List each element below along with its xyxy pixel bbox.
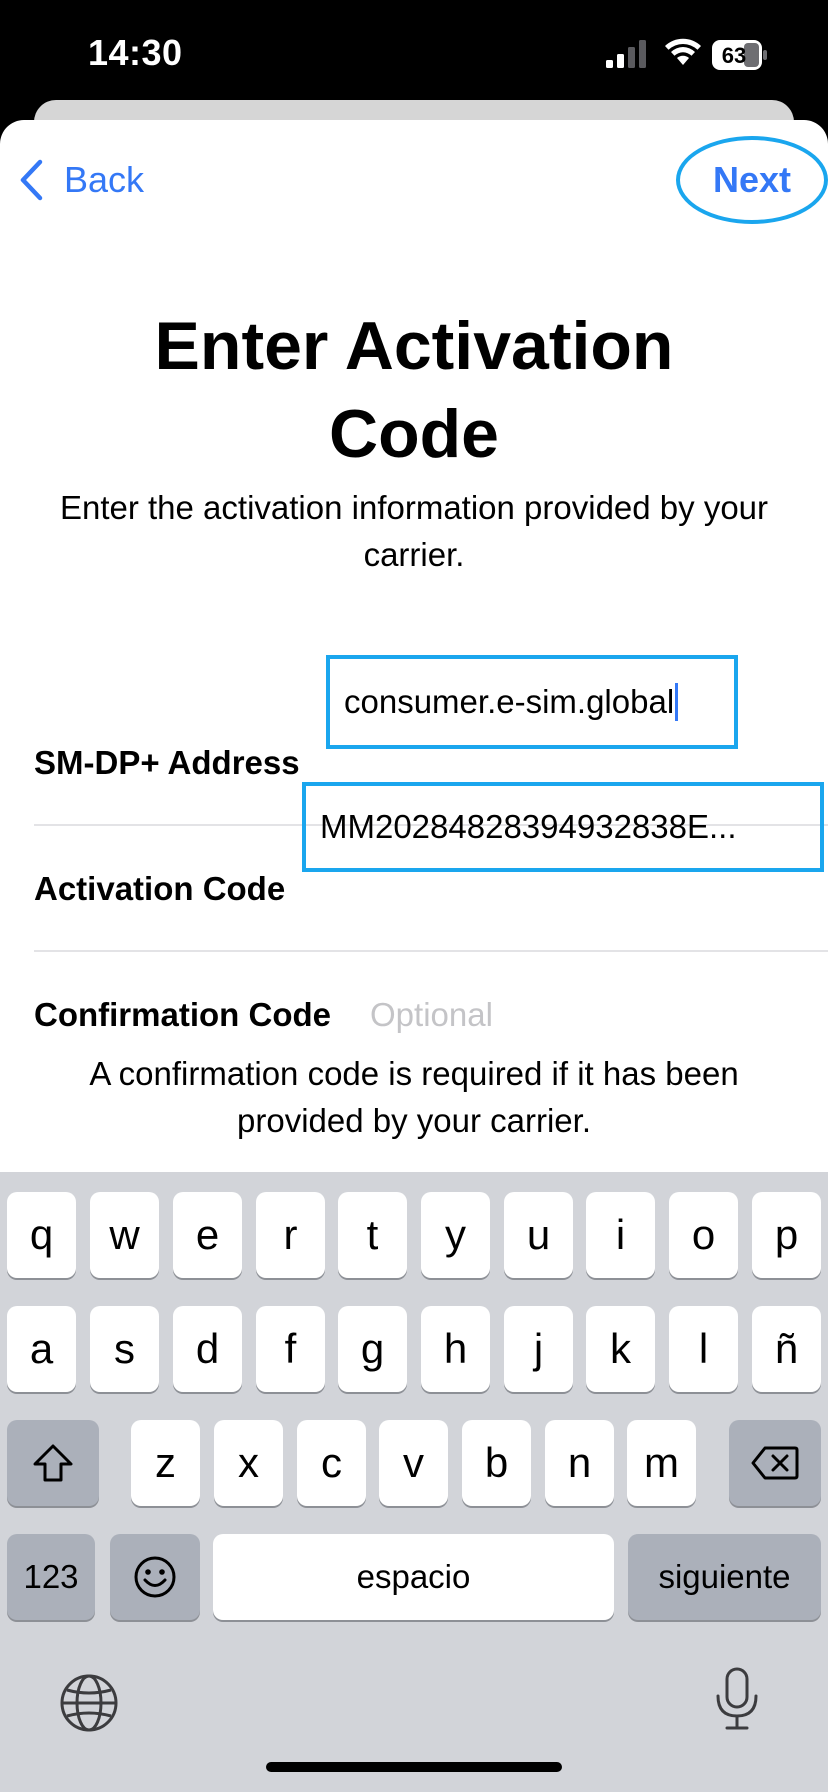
title-line-2: Code — [329, 396, 499, 472]
key-l[interactable]: l — [669, 1306, 738, 1392]
activation-code-value: MM20284828394932838E... — [320, 808, 737, 845]
next-button[interactable]: Next — [676, 136, 828, 224]
title-line-1: Enter Activation — [154, 308, 674, 384]
chevron-left-icon — [20, 159, 43, 201]
key-o[interactable]: o — [669, 1192, 738, 1278]
keyboard: q w e r t y u i o p a s d f g h j k l ñ … — [0, 1172, 828, 1792]
microphone-icon — [716, 1667, 758, 1730]
back-button[interactable]: Back — [18, 158, 144, 202]
key-i[interactable]: i — [586, 1192, 655, 1278]
emoji-key[interactable] — [110, 1534, 200, 1620]
key-n[interactable]: n — [545, 1420, 614, 1506]
delete-key[interactable] — [729, 1420, 821, 1506]
text-cursor — [675, 683, 679, 721]
dictation-key[interactable] — [712, 1666, 762, 1732]
key-t[interactable]: t — [338, 1192, 407, 1278]
key-e[interactable]: e — [173, 1192, 242, 1278]
space-key[interactable]: espacio — [213, 1534, 614, 1620]
smdp-address-label: SM-DP+ Address — [34, 744, 300, 781]
home-indicator — [266, 1762, 562, 1772]
key-d[interactable]: d — [173, 1306, 242, 1392]
activation-code-input[interactable]: MM20284828394932838E... — [302, 782, 824, 872]
next-label: Next — [712, 159, 792, 200]
key-x[interactable]: x — [214, 1420, 283, 1506]
battery-icon: 63 — [712, 40, 767, 70]
key-w[interactable]: w — [90, 1192, 159, 1278]
key-h[interactable]: h — [421, 1306, 490, 1392]
battery-level: 63 — [722, 43, 746, 68]
confirmation-note: A confirmation code is required if it ha… — [89, 1055, 739, 1139]
wifi-icon — [665, 38, 701, 65]
key-g[interactable]: g — [338, 1306, 407, 1392]
page-title: Enter Activation Code — [0, 302, 828, 478]
smdp-address-input[interactable]: consumer.e-sim.global — [326, 655, 738, 749]
key-b[interactable]: b — [462, 1420, 531, 1506]
shift-key[interactable] — [7, 1420, 99, 1506]
globe-key[interactable] — [58, 1672, 120, 1734]
key-p[interactable]: p — [752, 1192, 821, 1278]
shift-arrow-icon — [33, 1444, 73, 1482]
globe-icon — [60, 1674, 118, 1732]
smiley-icon — [134, 1556, 176, 1598]
key-k[interactable]: k — [586, 1306, 655, 1392]
cellular-signal-icon — [606, 40, 646, 68]
status-bar: 14:30 63 — [0, 0, 828, 100]
key-s[interactable]: s — [90, 1306, 159, 1392]
key-m[interactable]: m — [627, 1420, 696, 1506]
key-c[interactable]: c — [297, 1420, 366, 1506]
numbers-key[interactable]: 123 — [7, 1534, 95, 1620]
key-r[interactable]: r — [256, 1192, 325, 1278]
return-key[interactable]: siguiente — [628, 1534, 821, 1620]
back-label: Back — [64, 159, 145, 200]
backspace-icon — [751, 1446, 799, 1480]
key-f[interactable]: f — [256, 1306, 325, 1392]
key-y[interactable]: y — [421, 1192, 490, 1278]
page-subtitle: Enter the activation information provide… — [59, 489, 769, 573]
status-time: 14:30 — [88, 32, 183, 73]
key-q[interactable]: q — [7, 1192, 76, 1278]
key-a[interactable]: a — [7, 1306, 76, 1392]
key-v[interactable]: v — [379, 1420, 448, 1506]
key-n-tilde[interactable]: ñ — [752, 1306, 821, 1392]
key-z[interactable]: z — [131, 1420, 200, 1506]
key-j[interactable]: j — [504, 1306, 573, 1392]
smdp-address-value: consumer.e-sim.global — [344, 683, 675, 720]
key-u[interactable]: u — [504, 1192, 573, 1278]
activation-code-label: Activation Code — [34, 870, 286, 907]
